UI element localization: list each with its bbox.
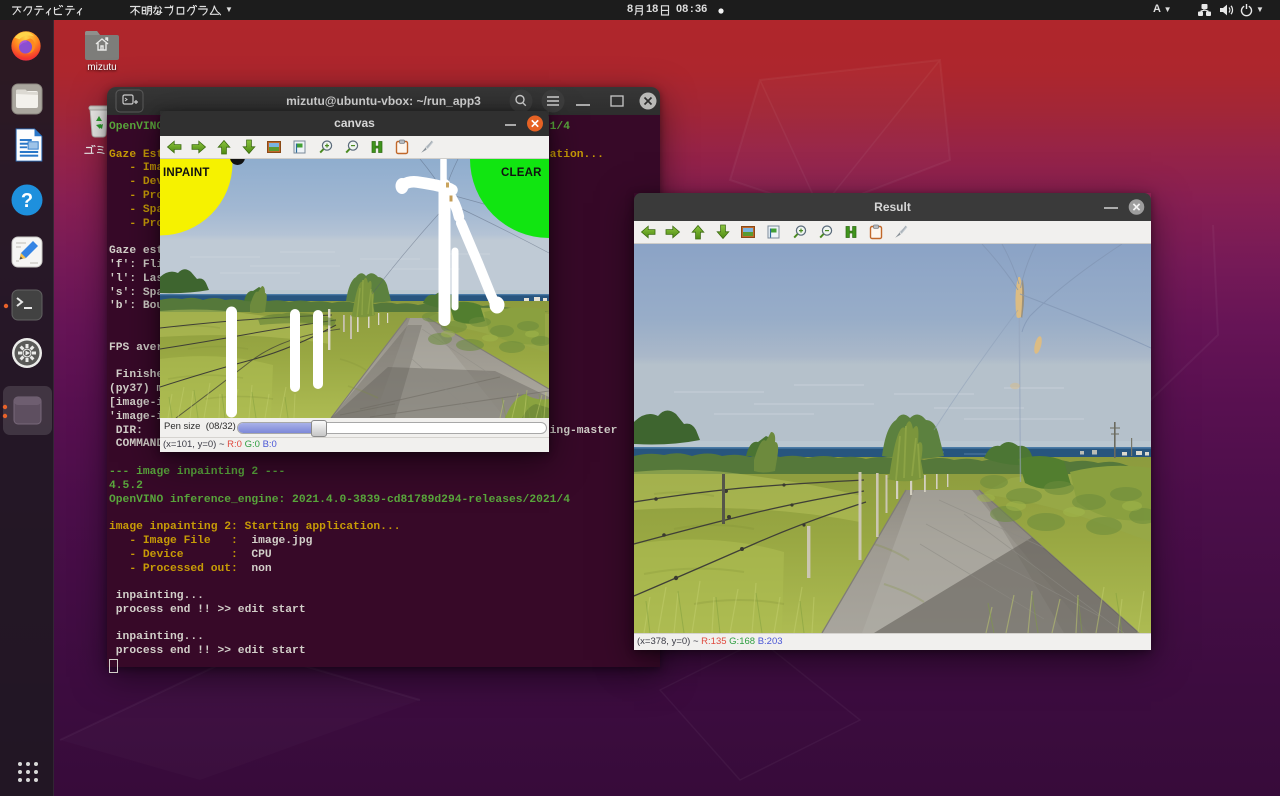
svg-text:CLEAR: CLEAR — [501, 167, 542, 179]
svg-text:INPAINT: INPAINT — [163, 167, 210, 179]
svg-text:?: ? — [21, 190, 33, 212]
